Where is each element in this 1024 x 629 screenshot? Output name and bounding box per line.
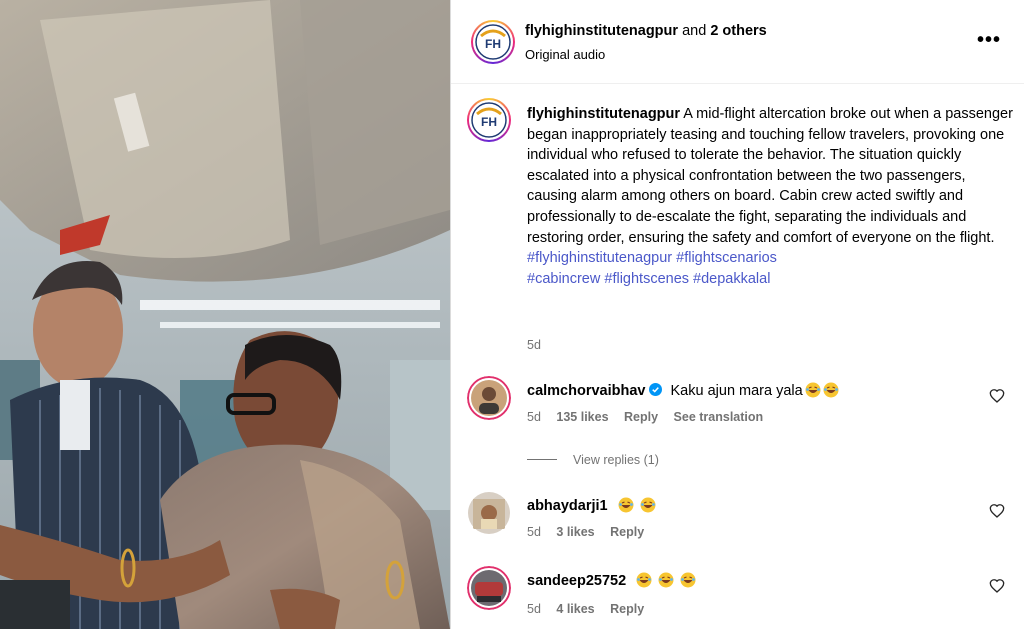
- heart-icon[interactable]: [989, 578, 1005, 594]
- more-horizontal-icon[interactable]: •••: [977, 30, 1001, 50]
- hashtag[interactable]: #cabincrew: [527, 271, 600, 287]
- comment-meta: 5d 3 likes Reply: [527, 525, 656, 539]
- svg-text:FH: FH: [485, 37, 501, 51]
- view-replies-label: View replies (1): [573, 453, 659, 467]
- header-username[interactable]: flyhighinstitutenagpur: [525, 23, 678, 39]
- flyhigh-logo-icon: FH: [471, 102, 507, 138]
- caption-username[interactable]: flyhighinstitutenagpur: [527, 106, 680, 122]
- comment-timestamp[interactable]: 5d: [527, 525, 541, 539]
- comment-username[interactable]: sandeep25752: [527, 573, 626, 589]
- caption-text: flyhighinstitutenagpur A mid-flight alte…: [527, 104, 1017, 289]
- comment-meta: 5d 4 likes Reply: [527, 602, 656, 616]
- comment-line: abhaydarji1: [527, 497, 656, 514]
- comment-line: calmchorvaibhav Kaku ajun mara yala: [527, 382, 839, 399]
- header-title: flyhighinstitutenagpur and 2 others: [525, 23, 767, 39]
- reel-video[interactable]: [0, 0, 450, 629]
- hashtag[interactable]: #flyhighinstitutenagpur: [527, 250, 672, 266]
- video-frame-illustration: [0, 0, 450, 629]
- laughing-emoji-icon: [680, 572, 696, 588]
- header-joiner: and: [682, 23, 707, 39]
- laughing-emoji-icon: [640, 497, 656, 513]
- comment-username[interactable]: abhaydarji1: [527, 498, 608, 514]
- caption-timestamp[interactable]: 5d: [527, 338, 541, 352]
- post-details-panel: FH flyhighinstitutenagpur and 2 others O…: [450, 0, 1024, 629]
- reply-button[interactable]: Reply: [610, 525, 644, 539]
- hashtag[interactable]: #depakkalal: [693, 271, 770, 287]
- flyhigh-logo-icon: FH: [475, 24, 511, 60]
- comment-likes[interactable]: 3 likes: [556, 525, 594, 539]
- commenter-avatar[interactable]: [467, 491, 511, 535]
- reply-button[interactable]: Reply: [624, 410, 658, 424]
- comment-item: abhaydarji1 5d 3 likes Reply: [467, 491, 1017, 541]
- heart-icon[interactable]: [989, 388, 1005, 404]
- author-avatar[interactable]: FH: [471, 20, 515, 64]
- svg-text:FH: FH: [481, 115, 497, 129]
- see-translation-button[interactable]: See translation: [674, 410, 764, 424]
- reply-button[interactable]: Reply: [610, 602, 644, 616]
- laughing-emoji-icon: [658, 572, 674, 588]
- comment-item: sandeep25752 5d 4 likes Reply: [467, 566, 1017, 616]
- hashtag[interactable]: #flightscenarios: [676, 250, 777, 266]
- comment-meta: 5d 135 likes Reply See translation: [527, 410, 775, 424]
- header-others[interactable]: 2 others: [710, 23, 766, 39]
- comment-timestamp[interactable]: 5d: [527, 410, 541, 424]
- comment-line: sandeep25752: [527, 572, 696, 589]
- replies-divider: [527, 459, 557, 460]
- laughing-emoji-icon: [618, 497, 634, 513]
- view-replies-button[interactable]: View replies (1): [527, 453, 659, 467]
- commenter-avatar[interactable]: [467, 376, 511, 420]
- post-header: FH flyhighinstitutenagpur and 2 others O…: [451, 0, 1024, 84]
- comment-username[interactable]: calmchorvaibhav: [527, 383, 645, 399]
- comment-item: calmchorvaibhav Kaku ajun mara yala 5d 1…: [467, 376, 1017, 426]
- comment-text: Kaku ajun mara yala: [670, 383, 803, 399]
- heart-icon[interactable]: [989, 503, 1005, 519]
- hashtag[interactable]: #flightscenes: [604, 271, 689, 287]
- comment-likes[interactable]: 4 likes: [556, 602, 594, 616]
- laughing-emoji-icon: [636, 572, 652, 588]
- commenter-avatar[interactable]: [467, 566, 511, 610]
- caption-body: A mid-flight altercation broke out when …: [527, 106, 1013, 246]
- comment-likes[interactable]: 135 likes: [556, 410, 608, 424]
- verified-badge-icon: [649, 383, 663, 396]
- caption-avatar[interactable]: FH: [467, 98, 511, 142]
- audio-link[interactable]: Original audio: [525, 47, 605, 62]
- comment-timestamp[interactable]: 5d: [527, 602, 541, 616]
- laughing-emoji-icon: [805, 382, 821, 398]
- laughing-emoji-icon: [823, 382, 839, 398]
